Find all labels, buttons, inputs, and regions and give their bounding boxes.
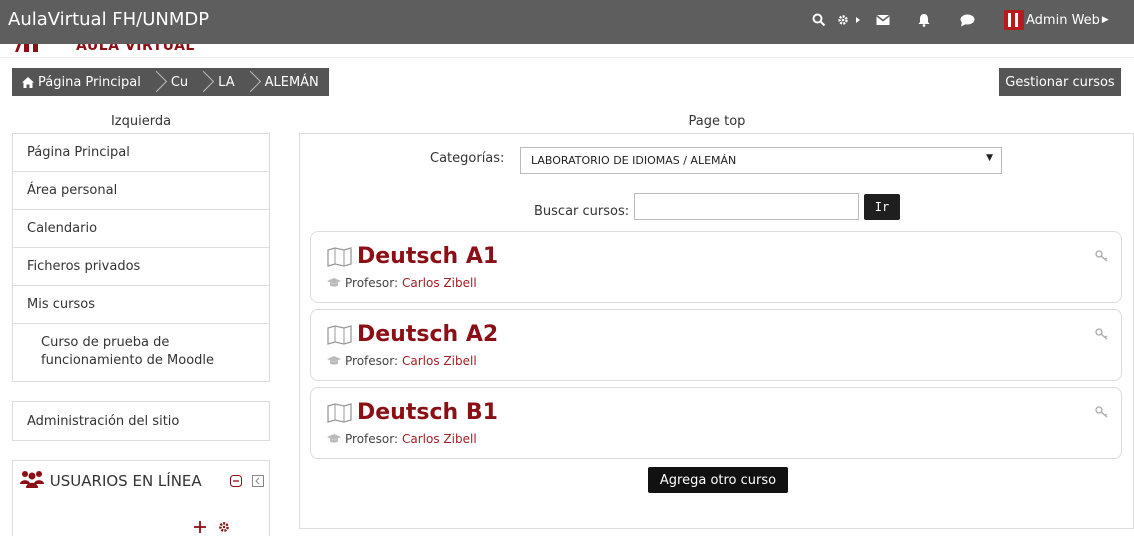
course-name: Deutsch B1	[357, 400, 498, 425]
settings-gear-icon[interactable]	[836, 13, 862, 31]
move-icon[interactable]	[194, 521, 206, 533]
online-users-label: USUARIOS EN LÍNEA	[49, 472, 202, 490]
block-settings-gear-icon[interactable]	[218, 521, 230, 533]
user-menu[interactable]: Admin Web ▶	[1004, 10, 1109, 30]
course-box: Deutsch A2 Profesor: Carlos Zibell	[310, 309, 1122, 381]
breadcrumb-separator	[194, 68, 212, 96]
block-controls	[230, 473, 265, 488]
logo-banner: AULA VIRTUAL	[0, 44, 1134, 56]
user-name: Admin Web	[1026, 12, 1100, 28]
dropdown-caret-icon: ▼	[986, 153, 993, 163]
map-icon	[327, 246, 352, 267]
breadcrumb-item[interactable]: LA	[218, 75, 234, 90]
breadcrumb-separator	[147, 68, 165, 96]
divider	[0, 57, 1134, 58]
course-teacher: Profesor: Carlos Zibell	[327, 432, 477, 446]
nav-item-dashboard[interactable]: Área personal	[13, 172, 269, 210]
enrolment-key-icon	[1095, 406, 1108, 418]
breadcrumb-current[interactable]: ALEMÁN	[265, 75, 319, 90]
notifications-bell-icon[interactable]	[917, 13, 935, 31]
breadcrumb-label: Página Principal	[38, 74, 141, 90]
add-course-button[interactable]: Agrega otro curso	[648, 467, 788, 493]
course-title-link[interactable]: Deutsch A2	[327, 322, 498, 347]
breadcrumb-item[interactable]: Cu	[171, 75, 188, 90]
course-title-link[interactable]: Deutsch B1	[327, 400, 498, 425]
left-region-heading: Izquierda	[110, 114, 172, 129]
avatar[interactable]	[1004, 10, 1024, 30]
course-name: Deutsch A2	[357, 322, 499, 347]
nav-item-course[interactable]: Curso de prueba de funcionamiento de Moo…	[13, 324, 269, 382]
teacher-label: Profesor:	[345, 432, 399, 446]
teacher-name-link[interactable]: Carlos Zibell	[402, 432, 477, 446]
search-go-button[interactable]: Ir	[864, 194, 900, 220]
top-region-heading: Page top	[688, 114, 746, 129]
course-name: Deutsch A1	[357, 244, 499, 269]
dock-block-icon[interactable]	[252, 474, 265, 487]
online-users-title: USUARIOS EN LÍNEA	[19, 469, 202, 493]
breadcrumb-home[interactable]: Página Principal	[22, 75, 141, 90]
chat-bubble-icon[interactable]	[960, 14, 978, 32]
breadcrumb-separator	[241, 68, 259, 96]
map-icon	[327, 402, 352, 423]
enrolment-key-icon	[1095, 250, 1108, 262]
teacher-name-link[interactable]: Carlos Zibell	[402, 276, 477, 290]
top-navbar: AulaVirtual FH/UNMDP Admin Web ▶	[0, 0, 1134, 44]
course-box: Deutsch A1 Profesor: Carlos Zibell	[310, 231, 1122, 303]
messages-envelope-icon[interactable]	[876, 14, 894, 32]
site-administration-block[interactable]: Administración del sitio	[12, 401, 270, 441]
search-courses-label: Buscar cursos:	[534, 204, 630, 219]
course-box: Deutsch B1 Profesor: Carlos Zibell	[310, 387, 1122, 459]
map-icon	[327, 324, 352, 345]
graduation-cap-icon	[327, 278, 341, 287]
search-icon[interactable]	[812, 13, 830, 31]
graduation-cap-icon	[327, 434, 341, 443]
nav-item-private-files[interactable]: Ficheros privados	[13, 248, 269, 286]
course-teacher: Profesor: Carlos Zibell	[327, 354, 477, 368]
enrolment-key-icon	[1095, 328, 1108, 340]
nav-item-my-courses[interactable]: Mis cursos	[13, 286, 269, 324]
teacher-name-link[interactable]: Carlos Zibell	[402, 354, 477, 368]
online-users-block: USUARIOS EN LÍNEA	[12, 460, 270, 536]
block-actions	[194, 521, 230, 536]
site-title[interactable]: AulaVirtual FH/UNMDP	[8, 9, 209, 30]
caret-right-icon: ▶	[1101, 15, 1109, 25]
nav-item-home[interactable]: Página Principal	[13, 134, 269, 172]
course-teacher: Profesor: Carlos Zibell	[327, 276, 477, 290]
teacher-label: Profesor:	[345, 276, 399, 290]
teacher-label: Profesor:	[345, 354, 399, 368]
manage-courses-button[interactable]: Gestionar cursos	[999, 68, 1121, 96]
collapse-block-icon[interactable]	[230, 474, 242, 487]
home-icon	[22, 76, 34, 88]
course-title-link[interactable]: Deutsch A1	[327, 244, 498, 269]
graduation-cap-icon	[327, 356, 341, 365]
category-select[interactable]: LABORATORIO DE IDIOMAS / ALEMÁN ▼	[520, 147, 1002, 174]
search-courses-input[interactable]	[634, 193, 859, 220]
logo-mark	[15, 44, 38, 52]
nav-item-calendar[interactable]: Calendario	[13, 210, 269, 248]
logo-text: AULA VIRTUAL	[76, 44, 195, 54]
navigation-block: Página Principal Área personal Calendari…	[12, 133, 270, 382]
breadcrumb: Página Principal Cu LA ALEMÁN	[12, 68, 329, 96]
category-selected-value: LABORATORIO DE IDIOMAS / ALEMÁN	[531, 154, 737, 167]
categories-label: Categorías:	[430, 151, 505, 166]
users-group-icon	[19, 470, 45, 488]
